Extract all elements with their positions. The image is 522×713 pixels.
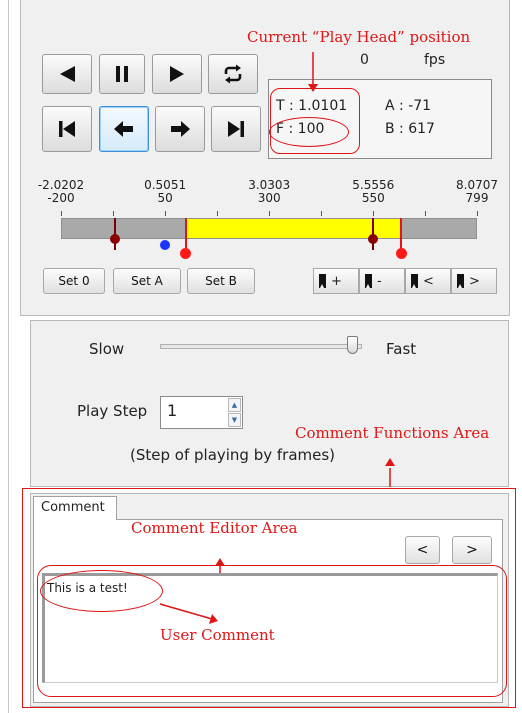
- tab-comment-label: Comment: [41, 500, 105, 515]
- annotation-frame-ellipse: [269, 117, 349, 147]
- annotation-user-comment: User Comment: [160, 626, 275, 644]
- annotation-comment-functions: Comment Functions Area: [295, 424, 490, 442]
- annotation-comment-ellipse: [40, 570, 163, 612]
- tab-comment[interactable]: Comment: [33, 496, 117, 520]
- annotation-comment-editor: Comment Editor Area: [131, 519, 298, 537]
